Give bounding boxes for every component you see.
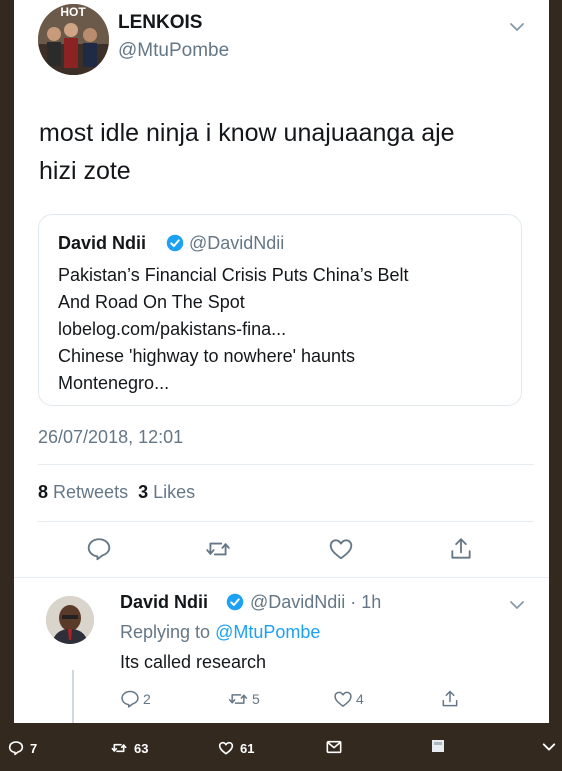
reply-share-action[interactable] — [440, 689, 460, 709]
reply-icon — [121, 690, 139, 708]
retweet-icon[interactable] — [205, 536, 231, 562]
reply-retweet-count: 5 — [252, 691, 260, 707]
bar-likes-count: 61 — [240, 740, 255, 756]
reply-author-avatar[interactable] — [46, 596, 94, 644]
like-icon — [334, 691, 352, 707]
bar-retweets-count: 63 — [134, 740, 149, 756]
likes-count: 3 — [138, 482, 149, 502]
retweets-label: Retweets — [53, 482, 129, 502]
bar-more[interactable] — [542, 740, 556, 754]
tweet-card: HOT LENKOIS @MtuPombe most idle ninja i … — [14, 0, 549, 723]
tweet-text: most idle ninja i know unajuaanga aje hi… — [39, 114, 519, 190]
reply-like-action[interactable]: 4 — [333, 689, 364, 709]
chevron-down-icon — [542, 743, 556, 751]
reply-text: Its called research — [120, 652, 267, 672]
divider — [38, 464, 534, 465]
tweet-text-line: most idle ninja i know unajuaanga aje — [39, 119, 455, 147]
reply-reply-count: 2 — [143, 691, 151, 707]
bar-likes[interactable]: 61 — [218, 740, 254, 756]
retweets-stat[interactable]: 8 Retweets — [38, 482, 128, 502]
retweet-icon — [228, 694, 248, 704]
quoted-link[interactable]: lobelog.com/pakistans-fina... — [58, 316, 286, 343]
reply-retweet-action[interactable]: 5 — [227, 689, 260, 709]
quoted-text-line: Chinese 'highway to nowhere' haunts — [58, 346, 356, 366]
reply-author-handle[interactable]: @DavidNdii · 1h — [250, 592, 381, 613]
share-icon[interactable] — [448, 536, 474, 562]
mail-icon — [326, 740, 342, 754]
reply-like-count: 4 — [356, 691, 364, 707]
like-icon[interactable] — [328, 536, 354, 562]
reply-author-name[interactable]: David Ndii — [120, 592, 208, 613]
tweet-timestamp[interactable]: 26/07/2018, 12:01 — [38, 427, 183, 448]
likes-label: Likes — [153, 482, 196, 502]
like-icon — [218, 741, 234, 755]
bar-retweets[interactable]: 63 — [110, 740, 148, 756]
verified-icon — [226, 593, 244, 611]
author-avatar[interactable]: HOT — [38, 4, 109, 75]
reply-tweet[interactable]: David Ndii @DavidNdii · 1h Replying to @… — [14, 578, 549, 723]
thread-line — [72, 670, 74, 723]
quoted-text-line: Pakistan’s Financial Crisis Puts China’s… — [58, 265, 409, 285]
bookmark-icon — [432, 740, 444, 752]
divider — [38, 521, 534, 522]
replying-to-label: Replying to — [120, 622, 211, 642]
replying-to-handle[interactable]: @MtuPombe — [215, 622, 320, 642]
author-name[interactable]: LENKOIS — [118, 12, 202, 34]
bar-replies-count: 7 — [30, 740, 38, 756]
author-handle[interactable]: @MtuPombe — [118, 40, 229, 62]
likes-stat[interactable]: 3 Likes — [138, 482, 195, 502]
replying-to: Replying to @MtuPombe — [120, 622, 320, 643]
quoted-text-line: Montenegro... — [58, 373, 170, 393]
retweet-icon — [111, 743, 127, 753]
bottom-action-bar: 7 63 61 — [0, 723, 562, 771]
share-icon — [442, 690, 458, 707]
reply-reply-action[interactable]: 2 — [120, 689, 151, 709]
reply-icon — [8, 741, 24, 756]
engagement-stats: 8 Retweets 3 Likes — [38, 482, 195, 503]
bar-replies[interactable]: 7 — [8, 740, 37, 756]
chevron-down-icon[interactable] — [509, 597, 525, 613]
quoted-author-name: David Ndii — [58, 233, 147, 253]
quoted-author-handle: @DavidNdii — [189, 233, 285, 253]
reply-icon[interactable] — [86, 536, 112, 562]
chevron-down-icon[interactable] — [509, 19, 525, 35]
quoted-text-line: And Road On The Spot — [58, 292, 245, 312]
verified-icon — [166, 234, 184, 252]
tweet-text-line: hizi zote — [39, 157, 131, 185]
bar-message[interactable] — [326, 740, 342, 754]
avatar-caption: HOT — [60, 5, 86, 19]
quoted-tweet[interactable]: David Ndii @DavidNdii Pakistan’s Financi… — [38, 214, 522, 406]
bar-bookmark[interactable] — [432, 740, 444, 752]
retweets-count: 8 — [38, 482, 49, 502]
